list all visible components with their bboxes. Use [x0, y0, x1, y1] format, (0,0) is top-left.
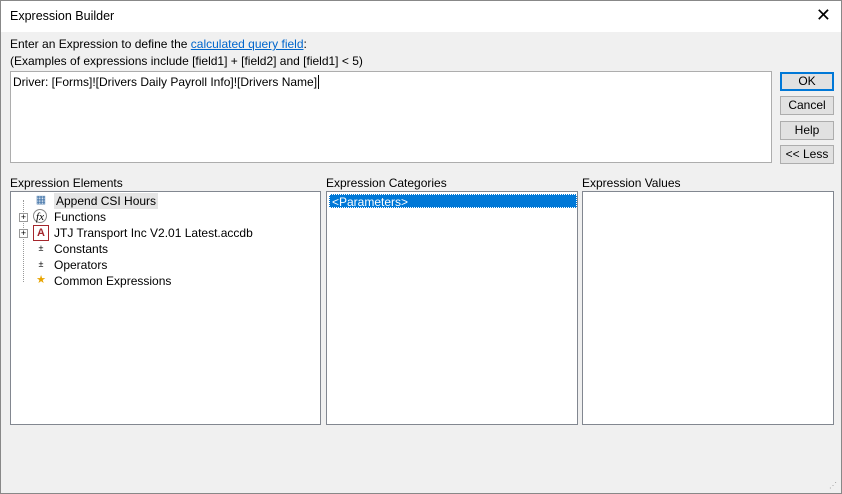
- common-expressions-icon: ★: [36, 274, 46, 286]
- window-title: Expression Builder: [10, 9, 115, 23]
- tree-item-common-expressions[interactable]: Common Expressions: [54, 273, 171, 289]
- instructions: Enter an Expression to define the calcul…: [10, 36, 363, 70]
- expression-values-label: Expression Values: [582, 176, 681, 190]
- operators-icon: ±: [38, 259, 44, 269]
- expression-categories-list[interactable]: <Parameters>: [326, 191, 578, 425]
- expression-elements-tree[interactable]: ▦ Append CSI Hours + fx Functions + A JT…: [10, 191, 321, 425]
- help-button[interactable]: Help: [780, 121, 834, 140]
- tree-item-constants[interactable]: Constants: [54, 241, 108, 257]
- less-button[interactable]: << Less: [780, 145, 834, 164]
- form-icon: ▦: [35, 194, 47, 206]
- expression-categories-label: Expression Categories: [326, 176, 447, 190]
- resize-grip-icon[interactable]: ⋰: [829, 481, 837, 490]
- function-icon: fx: [33, 209, 47, 223]
- calculated-query-field-link[interactable]: calculated query field: [191, 37, 304, 51]
- cancel-button[interactable]: Cancel: [780, 96, 834, 115]
- tree-item-append-csi-hours[interactable]: Append CSI Hours: [54, 193, 159, 209]
- constants-icon: ±: [38, 243, 44, 253]
- database-icon: A: [33, 225, 49, 241]
- tree-item-functions[interactable]: Functions: [54, 209, 106, 225]
- intro-suffix: :: [303, 37, 307, 51]
- ok-button[interactable]: OK: [780, 72, 834, 91]
- text-cursor: [318, 75, 320, 89]
- examples-text: (Examples of expressions include [field1…: [10, 54, 363, 68]
- expression-input[interactable]: Driver: [Forms]![Drivers Daily Payroll I…: [10, 71, 772, 163]
- expression-elements-label: Expression Elements: [10, 176, 123, 190]
- expression-values-list[interactable]: [582, 191, 834, 425]
- category-item-parameters[interactable]: <Parameters>: [329, 194, 577, 209]
- title-bar: Expression Builder ✕: [1, 1, 841, 32]
- tree-item-database[interactable]: JTJ Transport Inc V2.01 Latest.accdb: [54, 225, 253, 241]
- expression-text: Driver: [Forms]![Drivers Daily Payroll I…: [13, 75, 318, 89]
- close-icon[interactable]: ✕: [816, 5, 831, 26]
- expand-icon[interactable]: +: [19, 229, 28, 238]
- tree-item-operators[interactable]: Operators: [54, 257, 107, 273]
- intro-text: Enter an Expression to define the: [10, 37, 191, 51]
- expand-icon[interactable]: +: [19, 213, 28, 222]
